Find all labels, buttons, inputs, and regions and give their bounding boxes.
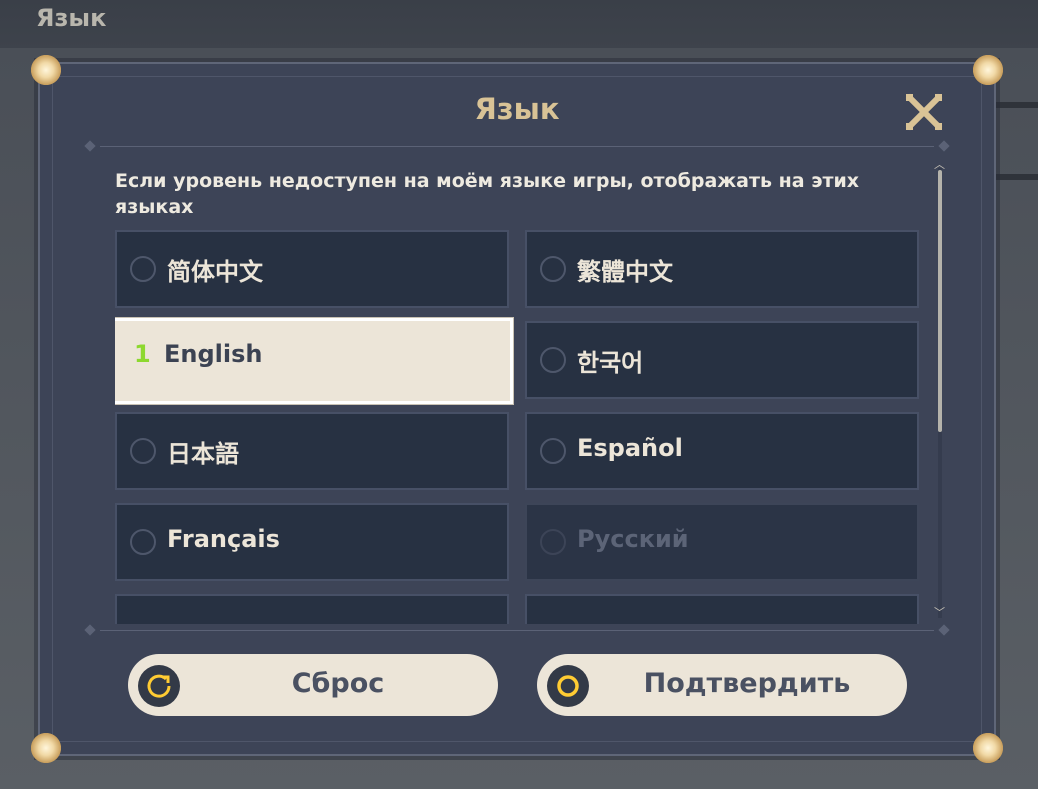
close-x-icon [905, 93, 943, 131]
confirm-button-label: Подтвердить [643, 668, 851, 699]
language-label: Русский [577, 525, 689, 553]
language-label: 简体中文 [167, 258, 263, 286]
language-option-partial[interactable] [525, 594, 919, 624]
language-dialog: Язык Если уровень недоступен на моём язы… [31, 55, 1003, 763]
background-strip [994, 102, 1038, 108]
language-option-partial[interactable] [115, 594, 509, 624]
scroll-down-icon[interactable]: ﹀ [934, 604, 945, 620]
reset-button-label: Сброс [291, 668, 385, 699]
radio-circle-icon [130, 256, 156, 282]
language-option-japanese[interactable]: 日本語 [115, 412, 509, 490]
language-option-simplified-chinese[interactable]: 简体中文 [115, 230, 509, 308]
corner-ornament-icon [973, 733, 1003, 763]
priority-number: 1 [134, 340, 151, 368]
confirm-button[interactable]: Подтвердить [537, 654, 907, 716]
language-option-russian: Русский [525, 503, 919, 581]
language-label: Français [167, 525, 280, 553]
reset-arrow-icon [138, 665, 180, 707]
radio-circle-icon [540, 347, 566, 373]
radio-circle-icon [540, 529, 566, 555]
background-title: Язык [36, 4, 107, 32]
bottom-divider [100, 630, 934, 631]
language-label: English [164, 340, 263, 368]
language-option-korean[interactable]: 한국어 [525, 321, 919, 399]
close-button[interactable] [904, 92, 944, 132]
language-option-spanish[interactable]: Español [525, 412, 919, 490]
language-option-traditional-chinese[interactable]: 繁體中文 [525, 230, 919, 308]
radio-circle-icon [540, 438, 566, 464]
language-grid: 简体中文 繁體中文 1 English 한국어 日本語 Español Fran… [115, 230, 921, 624]
language-option-french[interactable]: Français [115, 503, 509, 581]
language-option-english[interactable]: 1 English [115, 318, 513, 404]
corner-ornament-icon [31, 55, 61, 85]
scrollbar-thumb[interactable] [938, 170, 942, 432]
radio-circle-icon [130, 529, 156, 555]
background-strip [994, 174, 1038, 180]
radio-circle-icon [130, 438, 156, 464]
dialog-title: Язык [474, 92, 560, 126]
language-label: 한국어 [577, 349, 644, 377]
confirm-ring-icon [547, 665, 589, 707]
language-label: 繁體中文 [577, 258, 673, 286]
language-label: Español [577, 434, 683, 462]
top-divider [100, 146, 934, 147]
reset-button[interactable]: Сброс [128, 654, 498, 716]
radio-circle-icon [540, 256, 566, 282]
corner-ornament-icon [31, 733, 61, 763]
corner-ornament-icon [973, 55, 1003, 85]
description-text: Если уровень недоступен на моём языке иг… [115, 170, 860, 218]
language-label: 日本語 [167, 440, 239, 468]
